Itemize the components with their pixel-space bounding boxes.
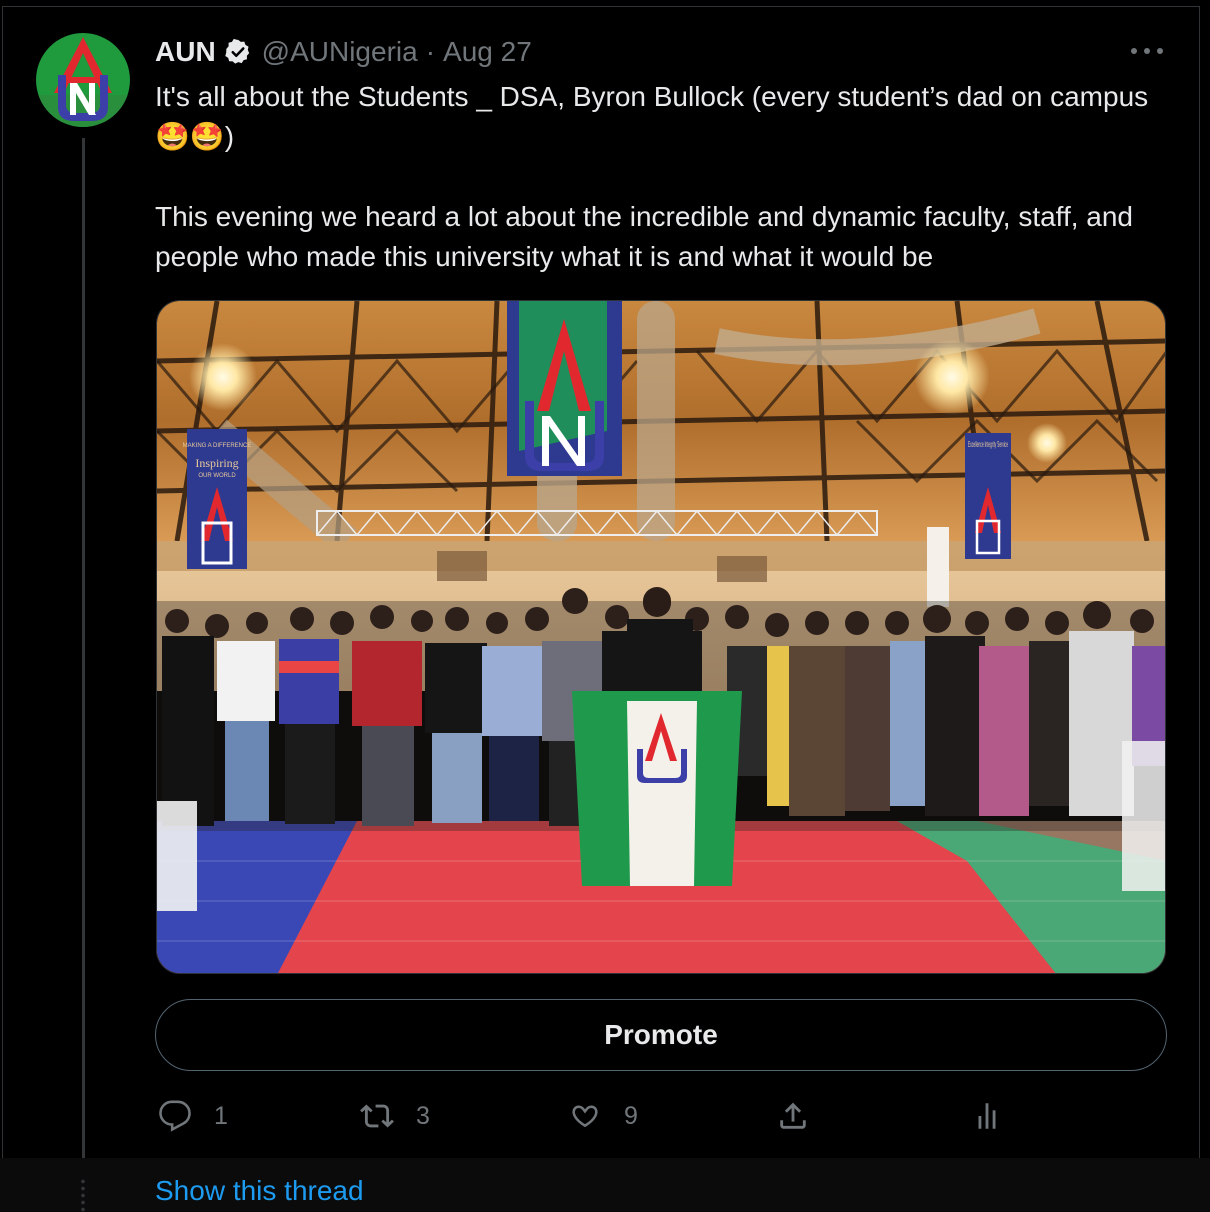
tweet-text-paragraph-2: This evening we heard a lot about the in…: [155, 201, 1134, 272]
verified-badge-icon: [224, 38, 249, 64]
banner-left-small-text: MAKING A DIFFERENCE: [183, 443, 252, 449]
author-name[interactable]: AUN: [155, 36, 216, 68]
banner-right-text: Excellence Integrity Service: [968, 440, 1008, 449]
tweet-text: It's all about the Students _ DSA, Byron…: [155, 77, 1165, 277]
retweet-action[interactable]: 3: [360, 1094, 430, 1138]
tweet-photo[interactable]: MAKING A DIFFERENCE Inspiring OUR WORLD …: [156, 300, 1166, 974]
share-icon: [780, 1102, 806, 1129]
retweet-count: 3: [416, 1101, 430, 1130]
retweet-icon: [360, 1104, 394, 1128]
author-handle[interactable]: @AUNigeria: [262, 36, 418, 68]
share-action[interactable]: [776, 1094, 810, 1138]
promote-button[interactable]: Promote: [155, 999, 1167, 1071]
event-photo: MAKING A DIFFERENCE Inspiring OUR WORLD …: [157, 301, 1165, 973]
thread-line: [82, 138, 85, 1158]
tweet-text-paragraph-1: It's all about the Students _ DSA, Byron…: [155, 81, 1149, 152]
more-options-icon[interactable]: [1128, 40, 1166, 62]
reply-icon: [159, 1100, 191, 1132]
separator-dot: ·: [425, 36, 436, 67]
banner-left-text: Inspiring: [195, 456, 238, 470]
tweet-date[interactable]: Aug 27: [443, 36, 532, 68]
avatar[interactable]: [36, 33, 130, 127]
like-count: 9: [624, 1101, 638, 1130]
reply-action[interactable]: 1: [158, 1094, 228, 1138]
analytics-action[interactable]: [970, 1094, 1004, 1138]
app-frame: AUN @AUNigeria · Aug 27 It's all about t…: [0, 0, 1210, 1212]
banner-left-small-text-2: OUR WORLD: [198, 473, 236, 479]
aun-logo-icon: [36, 33, 130, 127]
show-thread-link[interactable]: Show this thread: [155, 1175, 364, 1207]
heart-icon: [572, 1105, 598, 1128]
thread-continuation-dots: [81, 1178, 85, 1212]
like-action[interactable]: 9: [568, 1094, 638, 1138]
tweet-header: AUN @AUNigeria · Aug 27: [155, 34, 532, 70]
analytics-icon: [978, 1103, 996, 1129]
reply-count: 1: [214, 1101, 228, 1130]
